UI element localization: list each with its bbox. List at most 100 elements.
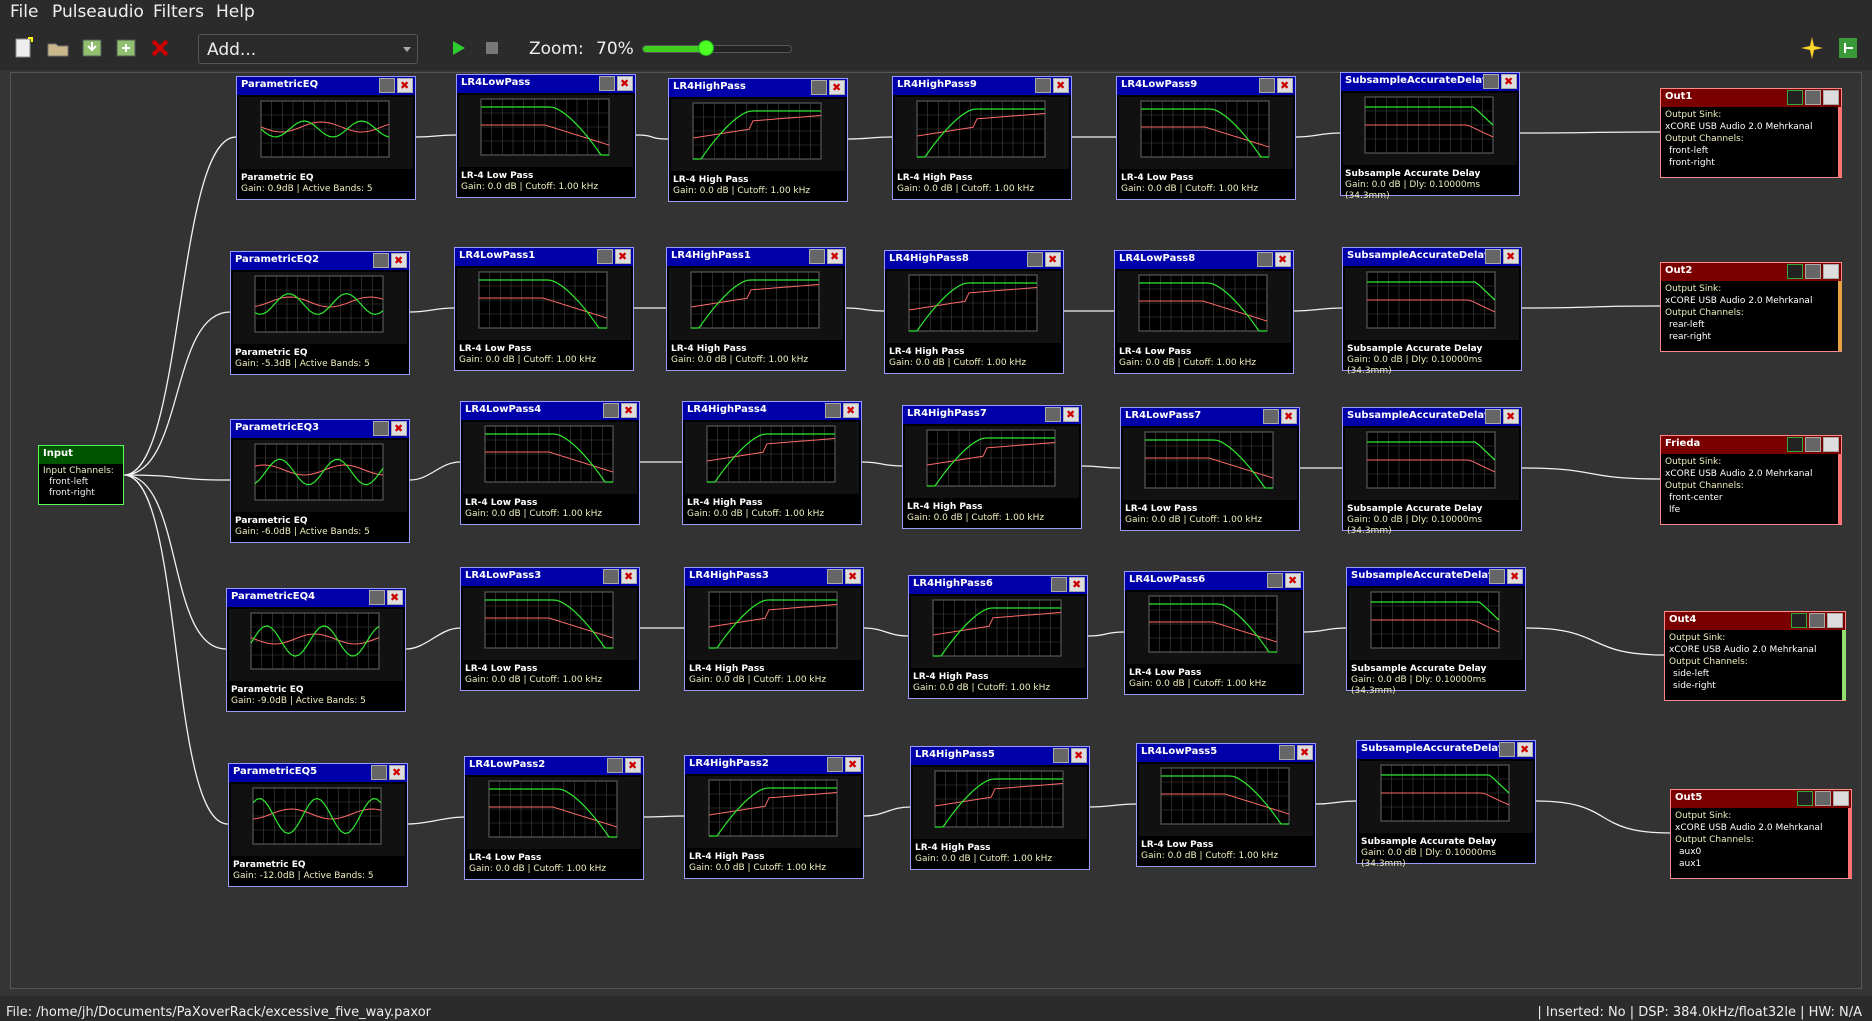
edit-icon[interactable] <box>1489 569 1505 584</box>
close-icon[interactable] <box>827 249 843 264</box>
close-icon[interactable] <box>387 590 403 605</box>
close-icon[interactable] <box>1823 437 1839 452</box>
output-node-title[interactable]: Out2 <box>1661 263 1841 281</box>
filter-node-title[interactable]: LR4HighPass4 <box>683 402 861 420</box>
filter-node-title[interactable]: SubsampleAccurateDelay2 <box>1343 408 1521 426</box>
close-icon[interactable] <box>843 403 859 418</box>
edit-icon[interactable] <box>1815 791 1831 806</box>
filter-node-title[interactable]: ParametricEQ5 <box>229 764 407 782</box>
close-icon[interactable] <box>397 78 413 93</box>
edit-icon[interactable] <box>371 765 387 780</box>
output-node-title[interactable]: Frieda <box>1661 436 1841 454</box>
close-icon[interactable] <box>1045 252 1061 267</box>
filter-node-title[interactable]: LR4HighPass8 <box>885 251 1063 269</box>
filter-node[interactable]: LR4HighPass4 LR-4 High PassGain: 0.0 dB |… <box>682 401 862 525</box>
close-icon[interactable] <box>1827 613 1843 628</box>
edit-icon[interactable] <box>827 569 843 584</box>
close-icon[interactable] <box>1069 577 1085 592</box>
edit-icon[interactable] <box>1805 264 1821 279</box>
filter-node[interactable]: ParametricEQ3 Parametric EQGain: -6.0dB |… <box>230 419 410 543</box>
menu-filters[interactable]: Filters <box>153 2 204 22</box>
output-node-title[interactable]: Out4 <box>1665 612 1845 630</box>
edit-icon[interactable] <box>597 249 613 264</box>
delete-icon[interactable] <box>148 36 172 60</box>
zoom-slider[interactable] <box>642 40 792 56</box>
level-meter-icon[interactable] <box>1787 90 1803 105</box>
open-folder-icon[interactable] <box>46 36 70 60</box>
edit-icon[interactable] <box>1263 409 1279 424</box>
edit-icon[interactable] <box>809 249 825 264</box>
edit-icon[interactable] <box>827 757 843 772</box>
level-meter-icon[interactable] <box>1797 791 1813 806</box>
close-icon[interactable] <box>1517 742 1533 757</box>
close-icon[interactable] <box>621 403 637 418</box>
edit-icon[interactable] <box>1051 577 1067 592</box>
add-filter-dropdown[interactable]: Add... <box>198 34 418 64</box>
edit-icon[interactable] <box>607 758 623 773</box>
filter-node[interactable]: ParametricEQ4 Parametric EQGain: -9.0dB |… <box>226 588 406 712</box>
filter-node[interactable]: LR4HighPass7 LR-4 High PassGain: 0.0 dB |… <box>902 405 1082 529</box>
menu-help[interactable]: Help <box>216 2 255 22</box>
sparkle-icon[interactable] <box>1800 36 1824 60</box>
filter-node-title[interactable]: LR4LowPass5 <box>1137 744 1315 762</box>
filter-node[interactable]: LR4LowPass2 LR-4 Low PassGain: 0.0 dB | C… <box>464 756 644 880</box>
filter-node-title[interactable]: LR4HighPass6 <box>909 576 1087 594</box>
close-icon[interactable] <box>1833 791 1849 806</box>
filter-node[interactable]: LR4LowPass9 LR-4 Low PassGain: 0.0 dB | C… <box>1116 76 1296 200</box>
close-icon[interactable] <box>1823 264 1839 279</box>
close-icon[interactable] <box>1507 569 1523 584</box>
filter-node[interactable]: ParametricEQ5 Parametric EQGain: -12.0dB … <box>228 763 408 887</box>
play-icon[interactable] <box>446 36 470 60</box>
filter-node-title[interactable]: LR4LowPass2 <box>465 757 643 775</box>
edit-icon[interactable] <box>1053 748 1069 763</box>
close-icon[interactable] <box>617 76 633 91</box>
edit-icon[interactable] <box>373 253 389 268</box>
edit-icon[interactable] <box>1809 613 1825 628</box>
filter-node-title[interactable]: LR4LowPass7 <box>1121 408 1299 426</box>
close-icon[interactable] <box>829 80 845 95</box>
edit-icon[interactable] <box>1485 409 1501 424</box>
filter-node-title[interactable]: SubsampleAccurateDelay3 <box>1343 248 1521 266</box>
menu-pulseaudio[interactable]: Pulseaudio <box>52 2 144 22</box>
filter-node[interactable]: SubsampleAccurateDelay1 Subsample Accurat… <box>1346 567 1526 696</box>
filter-node[interactable]: LR4LowPass8 LR-4 Low PassGain: 0.0 dB | C… <box>1114 250 1294 374</box>
edit-icon[interactable] <box>1499 742 1515 757</box>
level-meter-icon[interactable] <box>1787 264 1803 279</box>
close-icon[interactable] <box>1297 745 1313 760</box>
edit-icon[interactable] <box>1485 249 1501 264</box>
menu-file[interactable]: File <box>10 2 38 22</box>
output-node[interactable]: Out1 Output Sink: xCORE USB Audio 2.0 Mehr… <box>1660 88 1842 178</box>
edit-icon[interactable] <box>1045 407 1061 422</box>
edit-icon[interactable] <box>1483 74 1499 89</box>
filter-node[interactable]: ParametricEQ2 Parametric EQGain: -5.3dB |… <box>230 251 410 375</box>
input-node[interactable]: Input Input Channels: front-left front-r… <box>38 445 124 505</box>
close-icon[interactable] <box>1053 78 1069 93</box>
edit-icon[interactable] <box>1279 745 1295 760</box>
close-icon[interactable] <box>391 253 407 268</box>
filter-node-title[interactable]: SubsampleAccurateDelay <box>1357 741 1535 759</box>
edit-icon[interactable] <box>811 80 827 95</box>
filter-node[interactable]: SubsampleAccurateDelay2 Subsample Accurat… <box>1342 407 1522 536</box>
close-icon[interactable] <box>389 765 405 780</box>
edit-icon[interactable] <box>1805 437 1821 452</box>
close-icon[interactable] <box>845 757 861 772</box>
close-icon[interactable] <box>1823 90 1839 105</box>
filter-node[interactable]: LR4HighPass2 LR-4 High PassGain: 0.0 dB |… <box>684 755 864 879</box>
edit-icon[interactable] <box>1257 252 1273 267</box>
filter-node[interactable]: LR4LowPass1 LR-4 Low PassGain: 0.0 dB | C… <box>454 247 634 371</box>
close-icon[interactable] <box>615 249 631 264</box>
filter-node[interactable]: SubsampleAccurateDelay3 Subsample Accurat… <box>1342 247 1522 376</box>
filter-node[interactable]: LR4LowPass7 LR-4 Low PassGain: 0.0 dB | C… <box>1120 407 1300 531</box>
filter-node-title[interactable]: LR4LowPass6 <box>1125 572 1303 590</box>
close-icon[interactable] <box>621 569 637 584</box>
filter-node-title[interactable]: LR4LowPass4 <box>461 402 639 420</box>
filter-node-title[interactable]: LR4HighPass5 <box>911 747 1089 765</box>
edit-icon[interactable] <box>1035 78 1051 93</box>
filter-node[interactable]: LR4LowPass LR-4 Low PassGain: 0.0 dB | Cu… <box>456 74 636 198</box>
filter-node[interactable]: LR4HighPass8 LR-4 High PassGain: 0.0 dB |… <box>884 250 1064 374</box>
close-icon[interactable] <box>1285 573 1301 588</box>
filter-node[interactable]: LR4LowPass5 LR-4 Low PassGain: 0.0 dB | C… <box>1136 743 1316 867</box>
filter-node[interactable]: LR4HighPass3 LR-4 High PassGain: 0.0 dB |… <box>684 567 864 691</box>
filter-node-title[interactable]: LR4LowPass <box>457 75 635 93</box>
filter-node[interactable]: LR4HighPass6 LR-4 High PassGain: 0.0 dB |… <box>908 575 1088 699</box>
